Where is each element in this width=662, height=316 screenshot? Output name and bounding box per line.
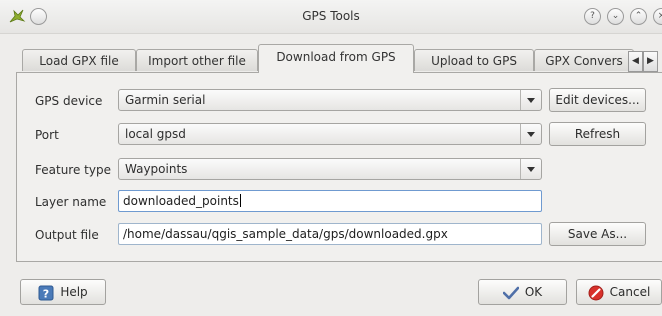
window-title: GPS Tools xyxy=(302,9,360,23)
help-button[interactable]: ? Help xyxy=(20,279,106,305)
tab-gpx-conversions[interactable]: GPX Convers xyxy=(534,49,634,71)
tab-import-other-file[interactable]: Import other file xyxy=(136,49,258,71)
feature-type-value: Waypoints xyxy=(125,162,188,176)
output-file-input[interactable]: /home/dassau/qgis_sample_data/gps/downlo… xyxy=(118,223,542,245)
tab-download-from-gps[interactable]: Download from GPS xyxy=(258,44,414,73)
gps-device-value: Garmin serial xyxy=(125,93,206,107)
feature-type-combo[interactable]: Waypoints xyxy=(118,158,542,180)
port-combo[interactable]: local gpsd xyxy=(118,123,542,145)
cancel-label: Cancel xyxy=(609,285,651,299)
port-value: local gpsd xyxy=(125,127,186,141)
chevron-down-icon xyxy=(520,124,541,144)
tab-upload-to-gps[interactable]: Upload to GPS xyxy=(414,49,534,71)
layer-name-input[interactable]: downloaded_points xyxy=(118,190,542,212)
gps-device-combo[interactable]: Garmin serial xyxy=(118,89,542,111)
help-label: Help xyxy=(60,285,88,299)
output-file-label: Output file xyxy=(35,228,99,242)
edit-devices-button[interactable]: Edit devices... xyxy=(549,88,646,112)
layer-name-label: Layer name xyxy=(35,195,107,209)
cancel-button[interactable]: Cancel xyxy=(576,279,662,305)
refresh-button[interactable]: Refresh xyxy=(549,122,646,146)
tab-scroll-left-icon[interactable]: ◀ xyxy=(628,51,643,72)
svg-text:?: ? xyxy=(43,287,49,300)
cancel-icon xyxy=(588,285,604,300)
gps-device-label: GPS device xyxy=(35,94,103,108)
help-question-icon[interactable]: ? xyxy=(584,8,601,25)
minimize-icon[interactable]: ⌄ xyxy=(607,8,624,25)
layer-name-value: downloaded_points xyxy=(123,194,239,208)
chevron-down-icon xyxy=(520,159,541,179)
help-icon: ? xyxy=(38,285,54,300)
tab-scroll-right-icon[interactable]: ▶ xyxy=(643,51,658,72)
title-bar: GPS Tools ? ⌄ ⌃ × xyxy=(0,0,662,34)
feature-type-label: Feature type xyxy=(35,163,111,177)
maximize-icon[interactable]: ⌃ xyxy=(630,8,647,25)
gps-tools-dialog: GPS Tools ? ⌄ ⌃ × Load GPX file Import o… xyxy=(0,0,662,316)
save-as-button[interactable]: Save As... xyxy=(549,222,646,246)
ok-button[interactable]: OK xyxy=(478,279,567,305)
text-caret xyxy=(239,194,241,207)
tab-load-gpx-file[interactable]: Load GPX file xyxy=(22,49,136,71)
checkmark-icon xyxy=(502,286,519,299)
port-label: Port xyxy=(35,128,59,142)
chevron-down-icon xyxy=(520,90,541,110)
ok-label: OK xyxy=(524,285,543,299)
